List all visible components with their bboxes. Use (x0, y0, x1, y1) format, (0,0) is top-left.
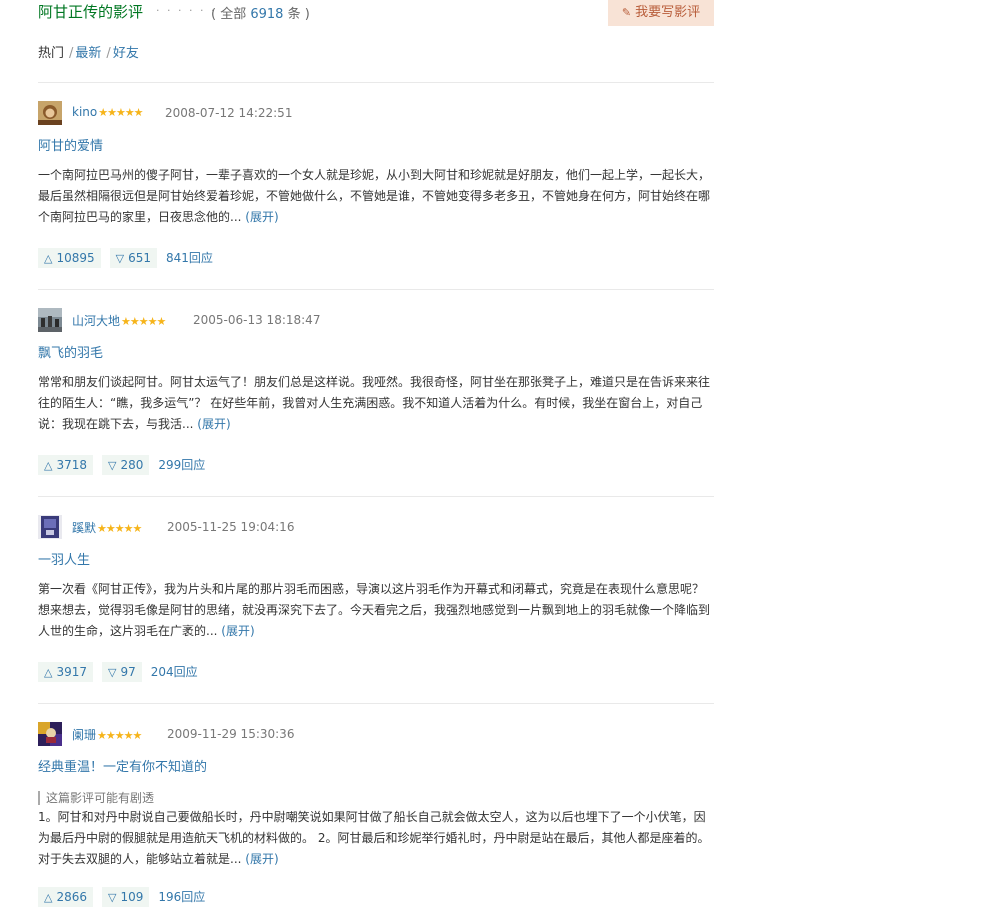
useful-button[interactable]: △ 10895 (38, 248, 101, 268)
divider (38, 496, 714, 497)
avatar[interactable] (38, 308, 62, 332)
useless-button[interactable]: ▽ 651 (109, 248, 158, 268)
avatar[interactable] (38, 515, 62, 539)
review-item: kino★★★★★ 2008-07-12 14:22:51 阿甘的爱情 一个南阿… (38, 101, 714, 268)
tab-separator: / (106, 46, 111, 61)
triangle-down-icon: ▽ (108, 459, 117, 472)
useless-button[interactable]: ▽ 109 (102, 887, 150, 907)
tab-friends[interactable]: 好友 (113, 46, 139, 61)
review-title[interactable]: 经典重温！一定有你不知道的 (38, 756, 207, 775)
rating-stars: ★★★★★ (98, 106, 143, 119)
tab-separator: / (69, 46, 74, 61)
review-body: 第一次看《阿甘正传》，我为片头和片尾的那片羽毛而困惑，导演以这片羽毛作为开幕式和… (38, 582, 711, 638)
review-body: 1。阿甘和对丹中尉说自己要做船长时，丹中尉嘲笑说如果阿甘做了船长自己就会做太空人… (38, 810, 710, 866)
triangle-down-icon: ▽ (115, 252, 125, 265)
section-header: 阿甘正传的影评 · · · · · · ( 全部 6918 条 ) ✎ 我要写影评 (38, 0, 714, 26)
tab-latest[interactable]: 最新 (75, 46, 101, 61)
divider (38, 703, 714, 704)
tab-hot[interactable]: 热门 (38, 46, 64, 61)
divider (38, 82, 714, 83)
reviewer-name[interactable]: kino★★★★★ (72, 105, 144, 119)
triangle-up-icon: △ (44, 891, 53, 904)
avatar[interactable] (38, 722, 62, 746)
review-actions: △ 2866 ▽ 109 196回应 (38, 887, 205, 907)
review-title[interactable]: 阿甘的爱情 (38, 135, 103, 154)
useful-button[interactable]: △ 2866 (38, 887, 94, 907)
reviewer-name[interactable]: 蹊默★★★★★ (72, 519, 142, 536)
write-review-button[interactable]: ✎ 我要写影评 (608, 0, 714, 26)
review-body: 一个南阿拉巴马州的傻子阿甘，一辈子喜欢的一个女人就是珍妮，从小到大阿甘和珍妮就是… (38, 168, 711, 224)
reply-count-link[interactable]: 196回应 (158, 890, 205, 904)
triangle-down-icon: ▽ (108, 666, 117, 679)
useless-button[interactable]: ▽ 280 (102, 455, 150, 475)
review-title[interactable]: 飘飞的羽毛 (38, 342, 103, 361)
spoiler-warning: 这篇影评可能有剧透 (38, 791, 154, 805)
rating-stars: ★★★★★ (97, 522, 142, 535)
review-time[interactable]: 2005-11-25 19:04:16 (167, 520, 294, 534)
review-time[interactable]: 2008-07-12 14:22:51 (165, 106, 292, 120)
title-dots: · · · · · · (156, 4, 217, 17)
review-actions: △ 3718 ▽ 280 299回应 (38, 455, 205, 475)
review-time[interactable]: 2005-06-13 18:18:47 (193, 313, 320, 327)
review-time[interactable]: 2009-11-29 15:30:36 (167, 727, 294, 741)
rating-stars: ★★★★★ (121, 315, 166, 328)
review-actions: △ 10895 ▽ 651 841回应 (38, 248, 213, 268)
reviewer-name[interactable]: 阑珊★★★★★ (72, 726, 142, 743)
review-header: 蹊默★★★★★ 2005-11-25 19:04:16 (38, 515, 714, 539)
review-item: 蹊默★★★★★ 2005-11-25 19:04:16 一羽人生 第一次看《阿甘… (38, 515, 714, 682)
write-review-label: 我要写影评 (635, 5, 701, 20)
review-count: ( 全部 6918 条 ) (211, 7, 310, 22)
triangle-up-icon: △ (44, 459, 53, 472)
divider (38, 289, 714, 290)
useful-button[interactable]: △ 3917 (38, 662, 94, 682)
pencil-icon: ✎ (621, 6, 632, 19)
review-body: 常常和朋友们谈起阿甘。阿甘太运气了！朋友们总是这样说。我哑然。我很奇怪，阿甘坐在… (38, 375, 711, 431)
reply-count-link[interactable]: 299回应 (158, 458, 205, 472)
review-item: 山河大地★★★★★ 2005-06-13 18:18:47 飘飞的羽毛 常常和朋… (38, 308, 714, 475)
triangle-up-icon: △ (44, 252, 53, 265)
review-count-number[interactable]: 6918 (250, 7, 283, 22)
review-header: 山河大地★★★★★ 2005-06-13 18:18:47 (38, 308, 714, 332)
review-actions: △ 3917 ▽ 97 204回应 (38, 662, 198, 682)
review-header: 阑珊★★★★★ 2009-11-29 15:30:36 (38, 722, 714, 746)
triangle-up-icon: △ (44, 666, 53, 679)
avatar[interactable] (38, 101, 62, 125)
expand-link[interactable]: (展开) (245, 210, 278, 224)
useful-button[interactable]: △ 3718 (38, 455, 94, 475)
sort-tabs: 热门 / 最新 / 好友 (38, 42, 141, 61)
review-header: kino★★★★★ 2008-07-12 14:22:51 (38, 101, 714, 125)
reply-count-link[interactable]: 204回应 (151, 665, 198, 679)
expand-link[interactable]: (展开) (245, 852, 278, 866)
section-title: 阿甘正传的影评 (38, 3, 144, 21)
rating-stars: ★★★★★ (97, 729, 142, 742)
reply-count-link[interactable]: 841回应 (166, 251, 213, 265)
review-title[interactable]: 一羽人生 (38, 549, 90, 568)
expand-link[interactable]: (展开) (197, 417, 230, 431)
reviewer-name[interactable]: 山河大地★★★★★ (72, 312, 166, 329)
useless-button[interactable]: ▽ 97 (102, 662, 142, 682)
triangle-down-icon: ▽ (108, 891, 117, 904)
reviews-section: 阿甘正传的影评 · · · · · · ( 全部 6918 条 ) ✎ 我要写影评… (38, 0, 714, 907)
review-item: 阑珊★★★★★ 2009-11-29 15:30:36 经典重温！一定有你不知道… (38, 722, 714, 907)
expand-link[interactable]: (展开) (221, 624, 254, 638)
